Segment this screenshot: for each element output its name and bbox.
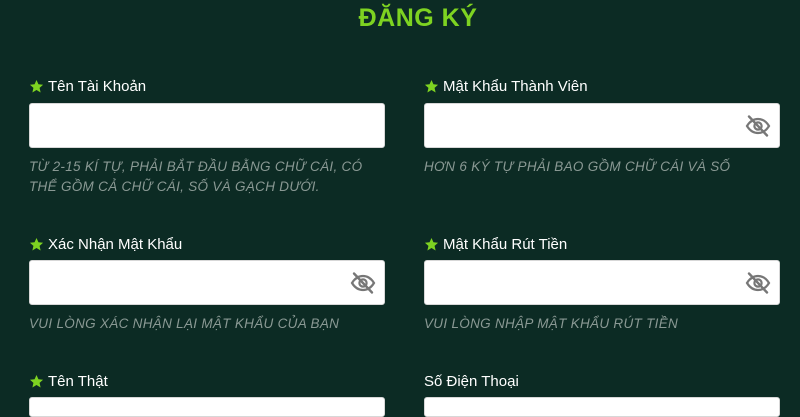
password-hint: HƠN 6 KÝ TỰ PHẢI BAO GỒM CHỮ CÁI VÀ SỐ [424, 159, 731, 174]
star-icon [29, 237, 44, 252]
password-input-box[interactable] [424, 103, 780, 148]
star-icon [424, 237, 439, 252]
phone-input-box[interactable] [424, 397, 780, 417]
eye-slash-icon[interactable] [745, 271, 771, 295]
username-input-box[interactable] [29, 103, 385, 148]
password-field-group: Mật Khẩu Thành Viên HƠN 6 KÝ TỰ PHẢI BAO… [424, 76, 782, 174]
withdraw-password-input[interactable] [425, 261, 749, 304]
confirm-password-field-group: Xác Nhận Mật Khẩu VUI LÒNG XÁC NHẬN LẠI … [29, 234, 387, 331]
confirm-password-label-row: Xác Nhận Mật Khẩu [29, 234, 387, 254]
phone-input[interactable] [425, 398, 749, 416]
username-input[interactable] [30, 104, 354, 147]
eye-slash-icon[interactable] [350, 271, 376, 295]
confirm-password-input-box[interactable] [29, 260, 385, 305]
confirm-password-hint: VUI LÒNG XÁC NHẬN LẠI MẬT KHẨU CỦA BẠN [29, 316, 340, 331]
withdraw-password-input-box[interactable] [424, 260, 780, 305]
real-name-label: Tên Thật [48, 372, 108, 390]
real-name-input[interactable] [30, 398, 354, 416]
username-label-row: Tên Tài Khoản [29, 76, 387, 96]
confirm-password-input[interactable] [30, 261, 354, 304]
username-hint: TỪ 2-15 KÍ TỰ, PHẢI BẮT ĐẦU BẰNG CHỮ CÁI… [29, 159, 363, 194]
star-icon [424, 79, 439, 94]
username-label: Tên Tài Khoản [48, 77, 147, 95]
password-label: Mật Khẩu Thành Viên [443, 77, 588, 95]
real-name-field-group: Tên Thật [29, 371, 387, 417]
star-icon [29, 374, 44, 389]
confirm-password-label: Xác Nhận Mật Khẩu [48, 235, 183, 253]
real-name-label-row: Tên Thật [29, 371, 387, 391]
eye-slash-icon[interactable] [745, 114, 771, 138]
withdraw-password-hint: VUI LÒNG NHẬP MẬT KHẨU RÚT TIỀN [424, 316, 679, 331]
withdraw-password-label-row: Mật Khẩu Rút Tiền [424, 234, 782, 254]
phone-label-row: Số Điện Thoại [424, 371, 782, 391]
phone-field-group: Số Điện Thoại [424, 371, 782, 417]
phone-label: Số Điện Thoại [424, 372, 519, 390]
page-title: ĐĂNG KÝ [358, 4, 478, 32]
withdraw-password-label: Mật Khẩu Rút Tiền [443, 235, 568, 253]
username-field-group: Tên Tài Khoản TỪ 2-15 KÍ TỰ, PHẢI BẮT ĐẦ… [29, 76, 387, 194]
withdraw-password-field-group: Mật Khẩu Rút Tiền VUI LÒNG NHẬP MẬT KHẨU… [424, 234, 782, 331]
password-input[interactable] [425, 104, 749, 147]
real-name-input-box[interactable] [29, 397, 385, 417]
password-label-row: Mật Khẩu Thành Viên [424, 76, 782, 96]
star-icon [29, 79, 44, 94]
